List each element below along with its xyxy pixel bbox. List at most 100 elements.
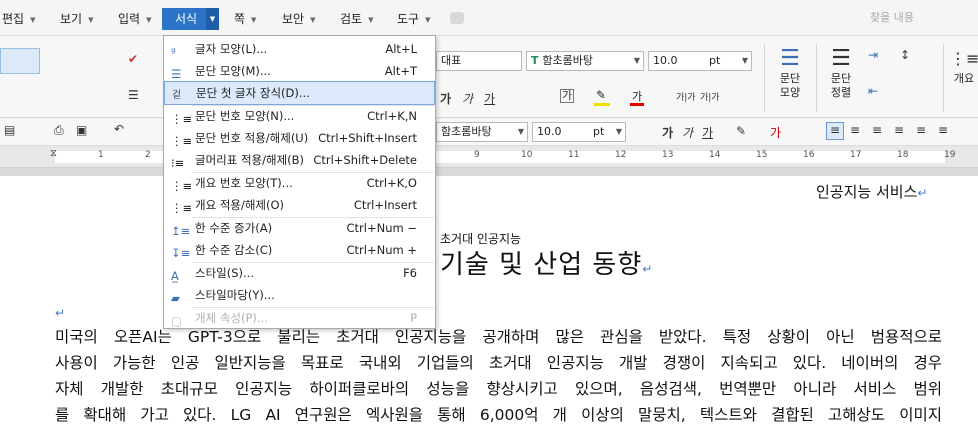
font-select-2[interactable]: 함초롬바탕 ▼	[436, 122, 528, 142]
menu-review[interactable]: 검토 ▼	[340, 9, 373, 29]
menu-item-shortcut: P	[410, 311, 417, 325]
menu-item-char-shape[interactable]: ᵍ 글자 모양(L)... Alt+L	[164, 38, 435, 60]
header-label-text: 인공지능 서비스	[816, 183, 918, 201]
align-left-icon[interactable]: ≡	[850, 123, 860, 137]
align-right-icon[interactable]: ≡	[894, 123, 904, 137]
menu-item-label: 문단 모양(M)...	[195, 64, 271, 78]
menu-item-style[interactable]: A̲ 스타일(S)... F6	[164, 262, 435, 284]
ruler-number: 13	[662, 150, 674, 160]
menu-item-para-number-toggle[interactable]: ⋮≡ 문단 번호 적용/해제(U) Ctrl+Shift+Insert	[164, 127, 435, 149]
menu-item-object-property[interactable]: ▢ 개체 속성(P)... P	[164, 307, 435, 329]
style-select[interactable]: 대표	[436, 51, 522, 71]
menu-item-para-shape[interactable]: ☰ 문단 모양(M)... Alt+T	[164, 60, 435, 82]
size-2-value: 10.0	[537, 125, 562, 138]
chevron-down-icon: ▼	[88, 15, 94, 24]
chevron-down-icon: ▼	[251, 15, 257, 24]
underline-button[interactable]: 가	[484, 90, 495, 107]
style-preview[interactable]	[0, 48, 40, 74]
align-icon[interactable]: ☰	[128, 88, 139, 102]
menu-item-label: 문단 첫 글자 장식(D)...	[196, 86, 310, 100]
save-icon[interactable]: ▤	[4, 123, 15, 137]
font-type-icon: T	[531, 54, 543, 67]
menu-item-label: 문단 번호 적용/해제(U)	[195, 131, 309, 145]
document-page[interactable]: 인공지능 서비스↵ 초거대 인공지능 기술 및 산업 동향↵ ↵ 미국의 오픈A…	[0, 176, 978, 430]
para-shape-button[interactable]: ☰ 문단 모양	[774, 46, 806, 100]
document-area: 인공지능 서비스↵ 초거대 인공지능 기술 및 산업 동향↵ ↵ 미국의 오픈A…	[0, 168, 978, 430]
para-sort-label-1: 문단	[830, 72, 852, 85]
menu-security[interactable]: 보안 ▼	[282, 9, 315, 29]
size-2-unit: pt	[593, 125, 605, 138]
chevron-down-icon: ▼	[206, 8, 219, 30]
chevron-down-icon: ▼	[517, 127, 524, 136]
menu-security-label: 보안	[282, 12, 305, 26]
menu-page[interactable]: 쪽 ▼	[234, 9, 256, 29]
outline-icon: ⋮≡	[950, 49, 978, 68]
ruler-number: 19	[944, 150, 956, 160]
ruler-number: 9	[474, 150, 480, 160]
indent-icon[interactable]: ⇥	[868, 48, 878, 62]
outline-button[interactable]: ⋮≡ 개요	[950, 46, 978, 86]
menu-format-label: 서식	[175, 12, 198, 26]
para-shape-label-1: 문단	[779, 72, 801, 85]
ruler-number: 17	[850, 150, 862, 160]
align-distribute-icon[interactable]: ≡	[916, 123, 926, 137]
font-select[interactable]: T 함초롬바탕 ▼	[526, 51, 644, 71]
body-line: 를 확대해 가고 있다. LG AI 연구원은 엑사원을 통해 6,000억 개…	[55, 406, 942, 424]
menu-item-shortcut: F6	[403, 266, 417, 280]
para-shape-icon: ☰	[171, 67, 182, 81]
highlight-icon[interactable]: ✎	[736, 124, 746, 138]
menu-item-outline-toggle[interactable]: ⋮≡ 개요 적용/해제(O) Ctrl+Insert	[164, 194, 435, 216]
para-sort-button[interactable]: ☰ 문단 정렬	[824, 46, 858, 100]
menu-item-level-increase[interactable]: ↥≡ 한 수준 증가(A) Ctrl+Num −	[164, 217, 435, 239]
char-border-icon[interactable]: 가	[560, 89, 574, 103]
italic-button-2[interactable]: 가	[682, 124, 693, 141]
menu-item-outline-number-shape[interactable]: ⋮≡ 개요 번호 모양(T)... Ctrl+K,O	[164, 172, 435, 194]
menu-edit[interactable]: 편집 ▼	[2, 9, 35, 29]
header-label: 인공지능 서비스↵	[816, 181, 927, 202]
format-dropdown-menu: ᵍ 글자 모양(L)... Alt+L ☰ 문단 모양(M)... Alt+T …	[163, 35, 436, 329]
indent-marker-icon[interactable]: ⧖	[50, 148, 57, 159]
preview-icon[interactable]: ▣	[76, 123, 87, 137]
ribbon-toolbar: ✔ ☰ 대표 T 함초롬바탕 ▼ 10.0 pt ▼ 가 가 가 가 ✎ 가 가|가 …	[0, 36, 978, 118]
highlight-icon[interactable]: ✎	[596, 88, 606, 102]
check-icon[interactable]: ✔	[128, 52, 138, 66]
ruler[interactable]: ⧖ 12345678910111213141516171819	[0, 146, 978, 168]
ruler-number: 2	[145, 150, 151, 160]
font-color-icon[interactable]: 가	[770, 124, 781, 141]
size-field-2[interactable]: 10.0 pt ▼	[532, 122, 626, 142]
char-width-icon[interactable]: 가|가	[700, 90, 720, 103]
undo-icon[interactable]: ↶	[114, 122, 124, 136]
menu-item-shortcut: Ctrl+Insert	[353, 198, 417, 212]
menu-item-para-number-shape[interactable]: ⋮≡ 문단 번호 모양(N)... Ctrl+K,N	[164, 105, 435, 127]
menu-item-drop-cap[interactable]: 겉 문단 첫 글자 장식(D)...	[164, 81, 435, 105]
bold-button-2[interactable]: 가	[662, 124, 673, 141]
menu-view-label: 보기	[60, 12, 83, 26]
menu-item-style-gallery[interactable]: ▰ 스타일마당(Y)...	[164, 284, 435, 306]
menu-item-label: 개요 적용/해제(O)	[195, 198, 285, 212]
size-field[interactable]: 10.0 pt ▼	[648, 51, 752, 71]
menu-item-label: 스타일마당(Y)...	[195, 288, 275, 302]
line-spacing-icon[interactable]: ↕	[900, 48, 910, 62]
object-property-icon: ▢	[171, 314, 182, 328]
align-divide-icon[interactable]: ≡	[938, 123, 948, 137]
help-icon[interactable]	[450, 12, 464, 24]
underline-button-2[interactable]: 가	[702, 124, 713, 141]
char-spacing-icon[interactable]: 가|가	[676, 90, 696, 103]
search-input[interactable]: 찾을 내용	[870, 9, 914, 25]
menu-item-bullet-toggle[interactable]: ⁝≡ 글머리표 적용/해제(B) Ctrl+Shift+Delete	[164, 149, 435, 171]
menu-format[interactable]: 서식 ▼	[162, 8, 219, 30]
bold-button[interactable]: 가	[440, 90, 451, 107]
menu-view[interactable]: 보기 ▼	[60, 9, 93, 29]
menu-tools[interactable]: 도구 ▼	[397, 9, 430, 29]
menu-insert[interactable]: 입력 ▼	[118, 9, 151, 29]
print-icon[interactable]: ⎙	[54, 123, 64, 138]
menu-item-level-decrease[interactable]: ↧≡ 한 수준 감소(C) Ctrl+Num +	[164, 239, 435, 261]
bullet-icon: ⁝≡	[171, 156, 185, 170]
align-justify-icon[interactable]: ≡	[826, 122, 844, 140]
chevron-down-icon: ▼	[146, 15, 152, 24]
style-gallery-icon: ▰	[171, 291, 180, 305]
font-color-icon[interactable]: 가	[632, 88, 642, 104]
italic-button[interactable]: 가	[462, 90, 473, 107]
align-center-icon[interactable]: ≡	[872, 123, 882, 137]
outdent-icon[interactable]: ⇤	[868, 84, 878, 98]
